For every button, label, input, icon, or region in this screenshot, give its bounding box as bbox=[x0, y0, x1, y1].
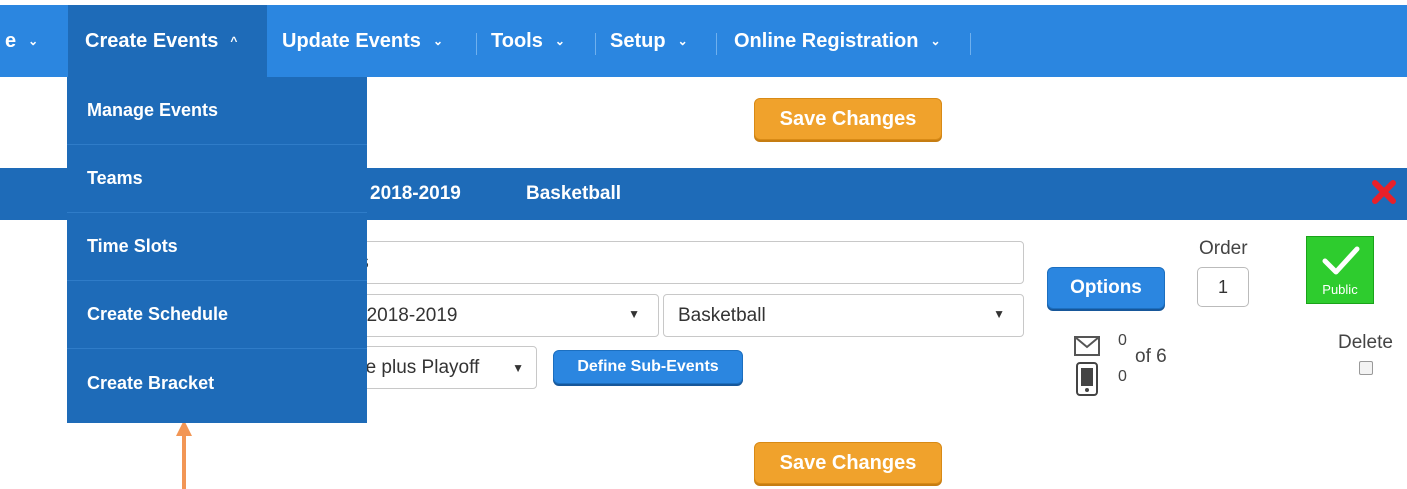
close-x-icon[interactable] bbox=[1369, 177, 1399, 207]
menu-item-manage-events[interactable]: Manage Events bbox=[67, 77, 367, 145]
email-count: 0 bbox=[1118, 332, 1127, 349]
event-name-input[interactable]: ls bbox=[340, 241, 1024, 284]
caret-down-icon: ▼ bbox=[512, 361, 524, 375]
chevron-down-icon: ⌄ bbox=[677, 34, 688, 48]
public-label: Public bbox=[1322, 282, 1358, 297]
create-events-dropdown: Manage Events Teams Time Slots Create Sc… bbox=[67, 77, 367, 423]
envelope-icon bbox=[1074, 336, 1100, 356]
nav-divider bbox=[595, 33, 596, 55]
options-button[interactable]: Options bbox=[1047, 267, 1165, 309]
menu-item-create-schedule[interactable]: Create Schedule bbox=[67, 281, 367, 349]
sport-select[interactable]: Basketball ▼ bbox=[663, 294, 1024, 337]
define-sub-events-button[interactable]: Define Sub-Events bbox=[553, 350, 743, 384]
chevron-down-icon: ⌄ bbox=[554, 34, 565, 48]
order-input[interactable]: 1 bbox=[1197, 267, 1249, 307]
format-select[interactable]: ue plus Playoff ▼ bbox=[340, 346, 537, 389]
public-toggle[interactable]: Public bbox=[1306, 236, 1374, 304]
chevron-down-icon: ⌄ bbox=[930, 34, 941, 48]
delete-label: Delete bbox=[1338, 332, 1393, 353]
menu-item-time-slots[interactable]: Time Slots bbox=[67, 213, 367, 281]
season-select[interactable]: r 2018-2019 ▼ bbox=[340, 294, 659, 337]
top-nav: e ⌄ Create Events ^ Update Events ⌄ Tool… bbox=[0, 5, 1407, 77]
caret-down-icon: ▼ bbox=[993, 307, 1005, 321]
save-changes-button-top[interactable]: Save Changes bbox=[754, 98, 942, 140]
nav-divider bbox=[970, 33, 971, 55]
delete-checkbox[interactable] bbox=[1359, 361, 1373, 375]
nav-item-partial[interactable]: e ⌄ bbox=[5, 5, 38, 77]
save-changes-button-bottom[interactable]: Save Changes bbox=[754, 442, 942, 484]
chevron-up-icon: ^ bbox=[230, 34, 238, 48]
nav-divider bbox=[476, 33, 477, 55]
nav-divider bbox=[716, 33, 717, 55]
annotation-arrow-line bbox=[182, 432, 186, 489]
nav-item-update-events[interactable]: Update Events ⌄ bbox=[282, 5, 443, 77]
count-total: of 6 bbox=[1135, 346, 1167, 367]
menu-item-create-bracket[interactable]: Create Bracket bbox=[67, 349, 367, 417]
chevron-down-icon: ⌄ bbox=[28, 34, 39, 48]
checkmark-icon bbox=[1322, 246, 1360, 275]
order-label: Order bbox=[1199, 238, 1248, 259]
caret-down-icon: ▼ bbox=[628, 307, 640, 321]
phone-count: 0 bbox=[1118, 368, 1127, 385]
event-sport: Basketball bbox=[526, 183, 622, 204]
nav-item-create-events[interactable]: Create Events ^ bbox=[68, 5, 267, 77]
chevron-down-icon: ⌄ bbox=[432, 34, 443, 48]
phone-icon bbox=[1076, 362, 1098, 396]
nav-item-tools[interactable]: Tools ⌄ bbox=[491, 5, 565, 77]
menu-item-teams[interactable]: Teams bbox=[67, 145, 367, 213]
nav-item-setup[interactable]: Setup ⌄ bbox=[610, 5, 688, 77]
nav-item-online-registration[interactable]: Online Registration ⌄ bbox=[734, 5, 941, 77]
event-season: 2018-2019 bbox=[370, 183, 461, 204]
